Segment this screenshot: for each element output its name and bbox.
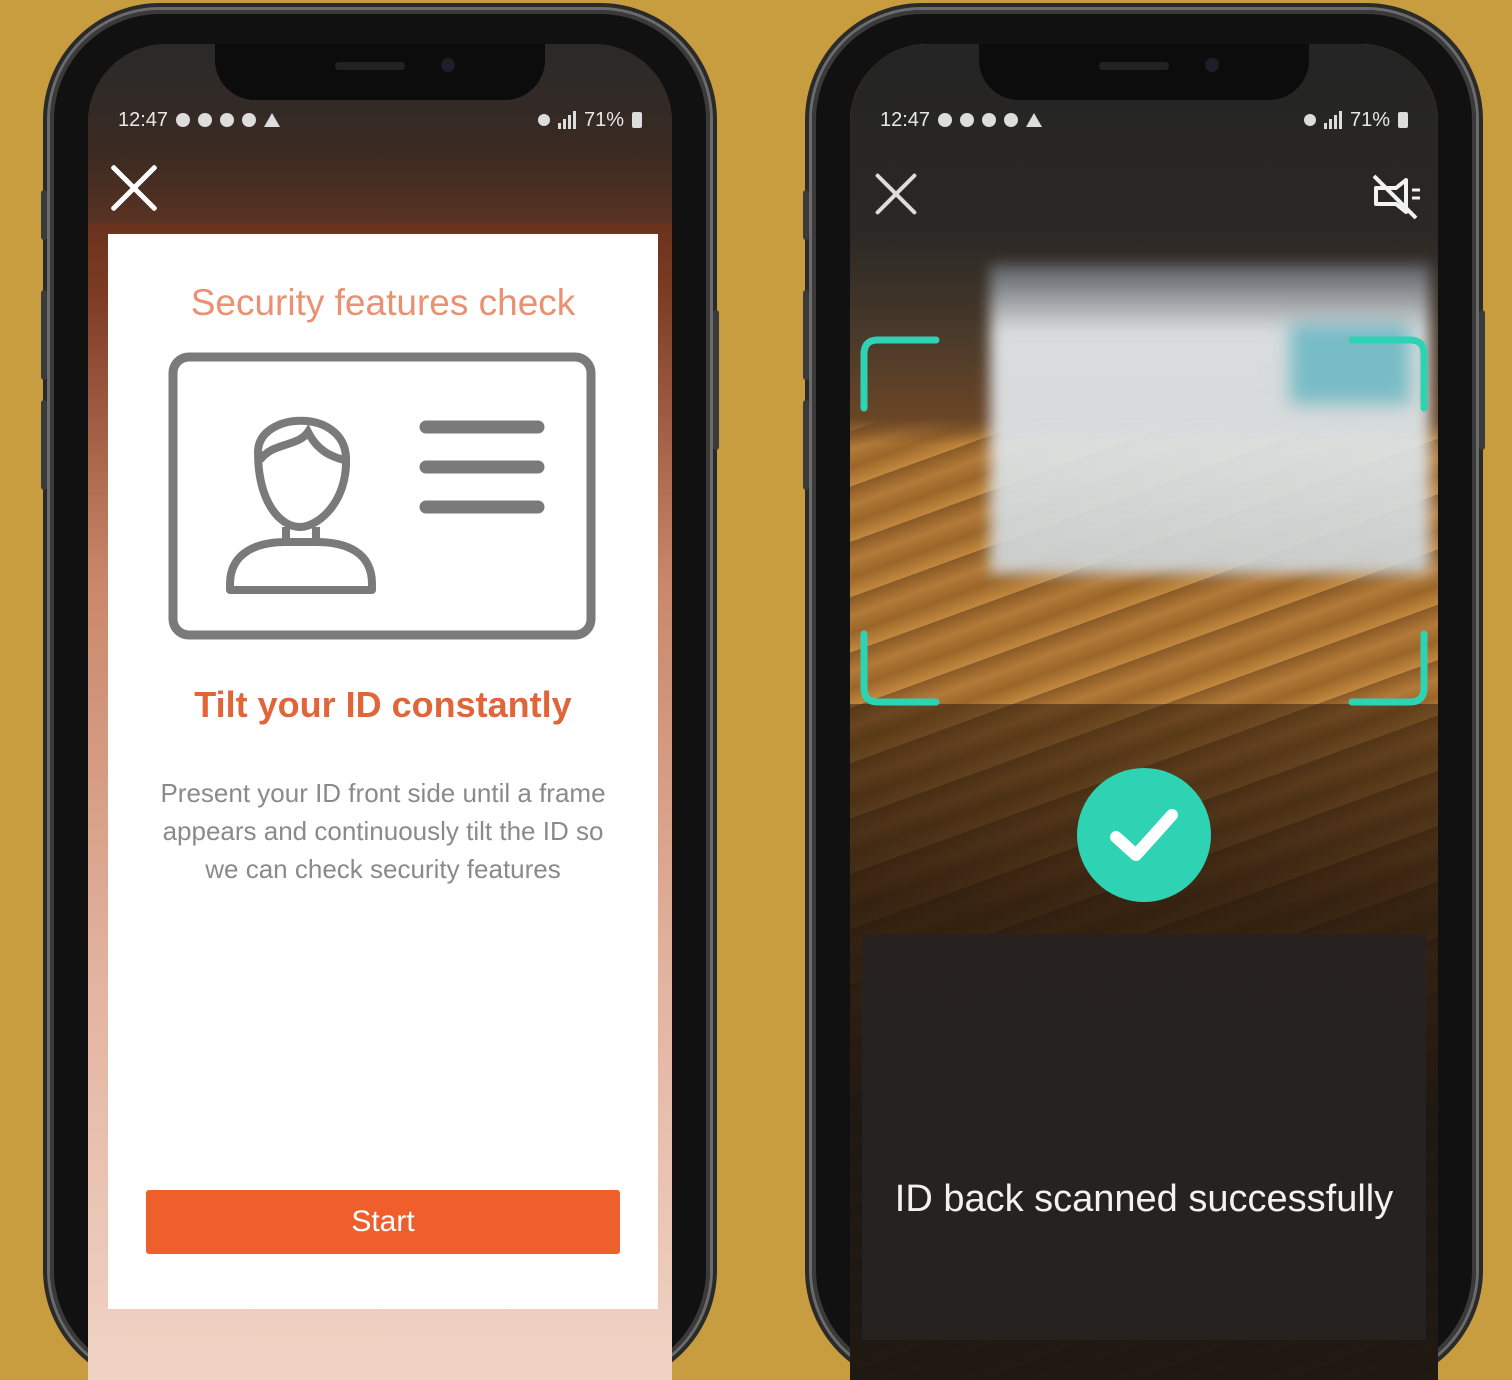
phone-left: 12:47 71% Security features check Tilt y… [41,10,719,1380]
instruction-card: Security features check Tilt your ID con… [108,234,658,1309]
notification-icon [1004,113,1019,127]
status-time: 12:47 [118,108,169,131]
notification-icon [176,113,191,127]
screen-scan-result: 12:47 71% ID back scanned successfully [850,44,1438,1380]
card-title: Security features check [190,282,576,323]
phone-side-button [803,190,809,240]
phone-side-button [41,190,47,240]
result-message: ID back scanned successfully [894,1178,1394,1220]
phone-side-button [1479,310,1485,450]
battery-percent: 71% [1349,108,1390,131]
mute-icon [1303,114,1316,126]
whatsapp-icon [960,113,975,127]
notification-icon [242,113,257,127]
phone-right: 12:47 71% ID back scanned successfully [803,10,1485,1380]
screen-security-check: 12:47 71% Security features check Tilt y… [88,44,672,1380]
card-description: Present your ID front side until a frame… [160,778,606,884]
flash-off-icon[interactable] [1366,166,1426,226]
signal-icon [1323,111,1342,129]
checkmark-icon [1077,768,1211,902]
notification-icon [982,113,997,127]
phone-side-button [803,290,809,380]
status-bar: 12:47 71% [850,102,1438,138]
whatsapp-icon [198,113,213,127]
phone-notch [215,44,545,100]
warning-icon [1026,113,1043,127]
battery-icon [632,112,642,128]
status-bar: 12:47 71% [88,102,672,138]
id-card-icon [168,352,596,640]
result-panel: ID back scanned successfully [862,934,1426,1340]
phone-side-button [41,290,47,380]
notification-icon [938,113,953,127]
card-heading: Tilt your ID constantly [194,684,572,725]
battery-percent: 71% [583,108,624,131]
status-time: 12:47 [880,108,931,131]
notification-icon [220,113,235,127]
signal-icon [557,111,576,129]
close-icon[interactable] [870,168,922,220]
warning-icon [264,113,281,127]
mute-icon [537,114,550,126]
battery-icon [1398,112,1408,128]
phone-notch [979,44,1309,100]
scan-frame [860,336,1428,706]
phone-side-button [713,310,719,450]
close-icon[interactable] [108,162,160,214]
phone-side-button [41,400,47,490]
start-button[interactable]: Start [146,1190,620,1254]
phone-side-button [803,400,809,490]
